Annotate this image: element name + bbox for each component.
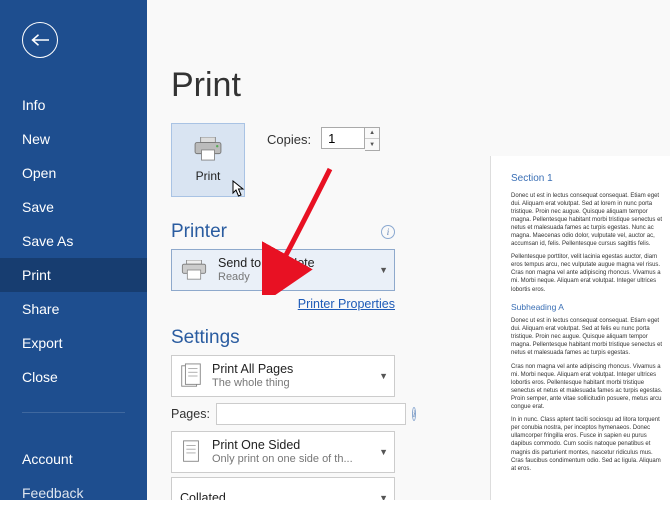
page-icon	[180, 439, 202, 465]
cursor-icon	[232, 180, 246, 198]
print-range-sub: The whole thing	[212, 377, 369, 390]
sidebar-item-close[interactable]: Close	[0, 360, 147, 394]
sidebar-item-export[interactable]: Export	[0, 326, 147, 360]
sidebar-item-save-as[interactable]: Save As	[0, 224, 147, 258]
preview-paragraph: Donec ut est in lectus consequat consequ…	[511, 317, 664, 357]
sidebar-item-label: Close	[22, 369, 58, 385]
printer-properties-link[interactable]: Printer Properties	[298, 297, 395, 311]
print-preview-panel: Section 1 Donec ut est in lectus consequ…	[490, 156, 670, 500]
sided-title: Print One Sided	[212, 438, 369, 453]
sidebar-divider	[22, 412, 125, 442]
pages-label: Pages:	[171, 407, 210, 421]
sidebar-item-label: Save	[22, 199, 54, 215]
sidebar-item-label: Export	[22, 335, 62, 351]
pages-input[interactable]	[216, 403, 406, 425]
sidebar-item-label: Feedback	[22, 485, 83, 501]
sidebar-item-new[interactable]: New	[0, 122, 147, 156]
collated-title: Collated	[180, 491, 369, 501]
sidebar-item-label: Share	[22, 301, 59, 317]
back-arrow-icon	[31, 33, 49, 47]
chevron-down-icon: ▼	[379, 493, 388, 500]
sidebar-item-label: Account	[22, 451, 73, 467]
chevron-down-icon: ▼	[379, 265, 388, 275]
sidebar-item-feedback[interactable]: Feedback	[0, 476, 147, 510]
preview-paragraph: Pellentesque porttitor, velit lacinia eg…	[511, 253, 664, 293]
sidebar-item-label: Save As	[22, 233, 73, 249]
sidebar-item-save[interactable]: Save	[0, 190, 147, 224]
backstage-sidebar: Info New Open Save Save As Print Share E…	[0, 0, 147, 500]
print-button-label: Print	[196, 169, 221, 183]
sidebar-item-info[interactable]: Info	[0, 88, 147, 122]
print-range-title: Print All Pages	[212, 362, 369, 377]
sidebar-item-open[interactable]: Open	[0, 156, 147, 190]
chevron-down-icon: ▼	[379, 371, 388, 381]
preview-document: Section 1 Donec ut est in lectus consequ…	[505, 164, 670, 486]
sidebar-item-label: Info	[22, 97, 45, 113]
preview-heading-1: Section 1	[511, 172, 664, 186]
page-title: Print	[171, 66, 652, 105]
sidebar-item-label: Print	[22, 267, 51, 283]
printer-icon	[180, 260, 208, 280]
print-range-selector[interactable]: Print All Pages The whole thing ▼	[171, 355, 395, 397]
preview-paragraph: In in nunc. Class aptent taciti sociosqu…	[511, 416, 664, 473]
pages-icon	[180, 363, 202, 389]
sidebar-item-account[interactable]: Account	[0, 442, 147, 476]
preview-subheading: Subheading A	[511, 302, 664, 313]
chevron-down-icon: ▼	[379, 447, 388, 457]
sided-sub: Only print on one side of th...	[212, 453, 369, 466]
print-button[interactable]: Print	[171, 123, 245, 197]
copies-label: Copies:	[267, 132, 311, 147]
printer-section-label: Printer i	[171, 221, 395, 243]
sidebar-item-label: New	[22, 131, 50, 147]
sidebar-item-label: Open	[22, 165, 56, 181]
copies-spin-up[interactable]: ▲	[365, 128, 379, 139]
sidebar-item-share[interactable]: Share	[0, 292, 147, 326]
info-icon[interactable]: i	[381, 225, 395, 239]
printer-icon	[193, 137, 223, 161]
copies-input[interactable]	[321, 127, 365, 149]
printer-status: Ready	[218, 271, 369, 284]
preview-paragraph: Cras non magna vel ante adipiscing rhonc…	[511, 363, 664, 412]
copies-spin-down[interactable]: ▼	[365, 139, 379, 150]
printer-selector[interactable]: Send to OneNote Ready ▼	[171, 249, 395, 291]
sidebar-item-print[interactable]: Print	[0, 258, 147, 292]
printer-name: Send to OneNote	[218, 256, 369, 271]
info-icon[interactable]: i	[412, 407, 417, 421]
back-button[interactable]	[22, 22, 58, 58]
preview-paragraph: Donec ut est in lectus consequat consequ…	[511, 192, 664, 249]
collated-selector[interactable]: Collated ▼	[171, 477, 395, 500]
sided-selector[interactable]: Print One Sided Only print on one side o…	[171, 431, 395, 473]
